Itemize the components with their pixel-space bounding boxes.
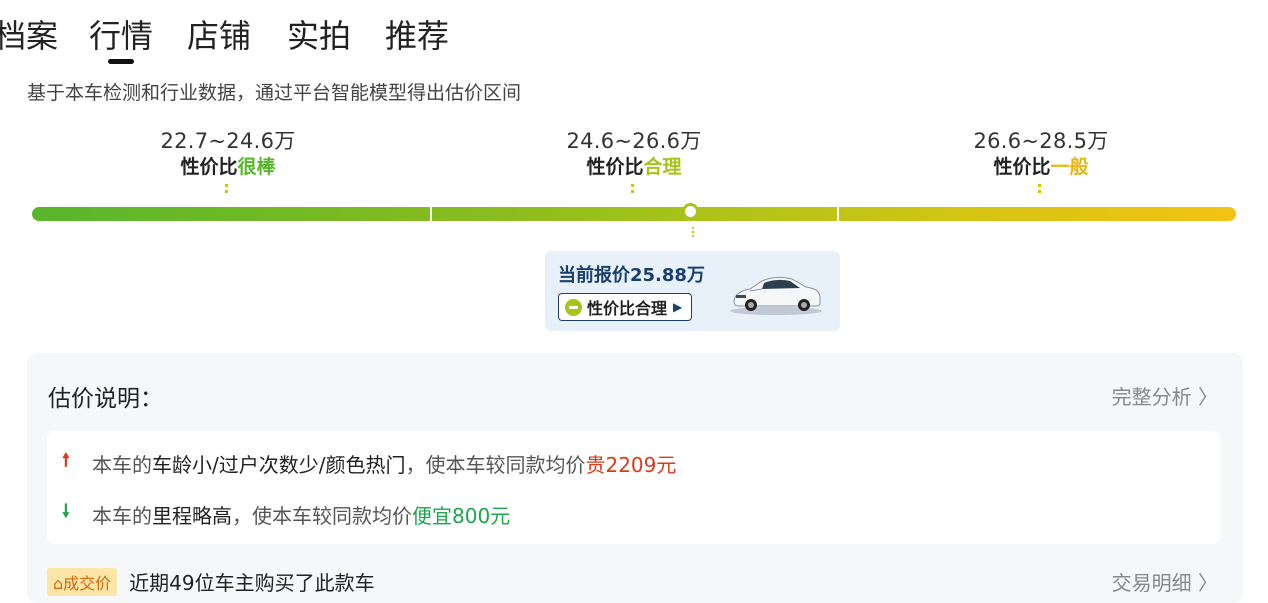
current-price-text: 当前报价25.88万 [558,265,705,286]
tab-archive[interactable]: 档案 [0,12,58,60]
segment-label: 性价比一般 [993,156,1089,178]
segment-great: 22.7~24.6万 性价比很棒 [78,128,378,193]
segment-dots [631,184,637,193]
reason-item: 🠗 本车的 里程略高 ，使本车较同款均价 便宜800元 [62,501,511,528]
segment-dots [225,184,231,193]
price-range-bar [32,207,1236,221]
bar-divider [837,207,839,221]
bar-divider [430,207,432,221]
segment-range: 26.6~28.5万 [973,129,1109,153]
transaction-details-link[interactable]: 交易明细 〉 [1112,567,1218,596]
arrow-up-icon: 🠕 [62,450,70,471]
current-price-marker [682,203,699,220]
recent-deals: ⌂成交价 近期49位车主购买了此款车 [47,567,375,596]
reason-item: 🠕 本车的 车龄小/过户次数少/颜色热门 ，使本车较同款均价 贵2209元 [62,450,677,477]
explanation-title: 估价说明： [48,386,163,412]
arrow-down-icon: 🠗 [62,501,70,522]
current-price-card: 当前报价25.88万 性价比合理 ▶ [545,251,840,331]
segment-range: 22.7~24.6万 [160,129,296,153]
segment-fair: 24.6~26.6万 性价比合理 [484,128,784,193]
smile-icon [565,298,582,316]
reasons-card: 🠕 本车的 车龄小/过户次数少/颜色热门 ，使本车较同款均价 贵2209元 🠗 本车的… [47,431,1220,544]
valuation-subtitle: 基于本车检测和行业数据，通过平台智能模型得出估价区间 [27,82,522,104]
tab-recommend[interactable]: 推荐 [385,12,449,60]
valuation-explanation-panel: 估价说明： 完整分析 〉 🠕 本车的 车龄小/过户次数少/颜色热门 ，使本车较同款均… [27,353,1243,603]
marker-dots [692,227,694,237]
segment-dots [1038,184,1044,193]
segment-label: 性价比合理 [586,156,682,178]
segment-label: 性价比很棒 [180,156,276,178]
full-analysis-link[interactable]: 完整分析 〉 [1112,381,1218,410]
tab-store[interactable]: 店铺 [187,12,251,60]
segment-average: 26.6~28.5万 性价比一般 [891,128,1191,193]
deal-text: 近期49位车主购买了此款车 [129,571,375,595]
deal-badge: ⌂成交价 [47,567,118,596]
value-rating-label: 性价比合理 [587,299,668,318]
tab-market[interactable]: 行情 [89,12,153,60]
triangle-right-icon: ▶ [673,300,683,314]
segment-range: 24.6~26.6万 [566,129,702,153]
tab-photos[interactable]: 实拍 [287,12,351,60]
value-rating-button[interactable]: 性价比合理 ▶ [558,293,693,321]
car-thumbnail [730,276,822,315]
